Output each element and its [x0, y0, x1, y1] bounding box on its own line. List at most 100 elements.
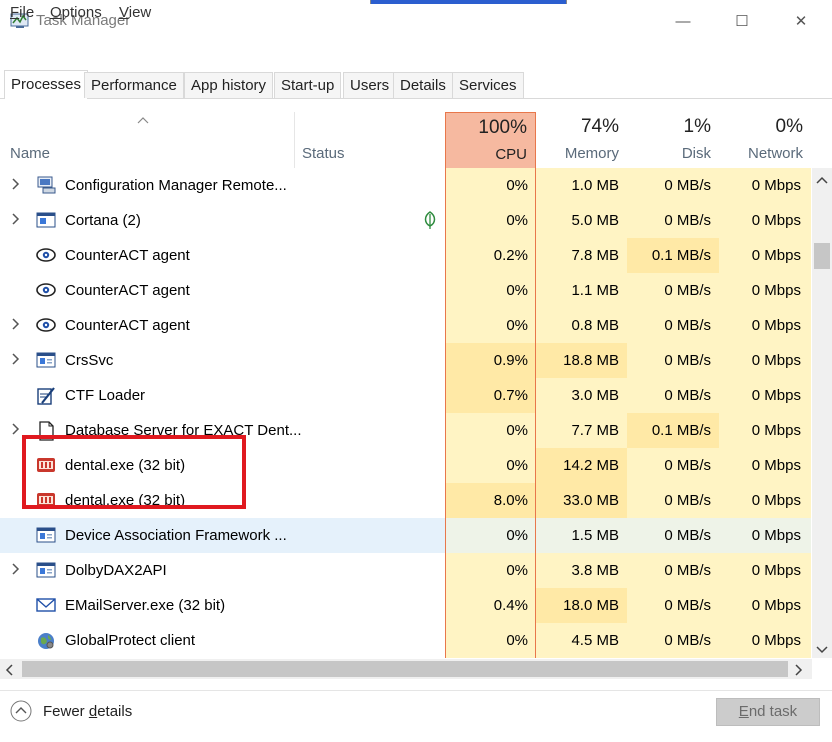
tab-services[interactable]: Services [452, 72, 524, 98]
email-icon [36, 596, 56, 614]
end-task-button[interactable]: End task [716, 698, 820, 726]
table-row[interactable]: Cortana (2) 0% 5.0 MB 0 MB/s 0 Mbps [0, 203, 812, 238]
process-name: CrsSvc [65, 352, 114, 369]
menu-file[interactable]: File [10, 4, 34, 21]
table-row[interactable]: CTF Loader 0.7% 3.0 MB 0 MB/s 0 Mbps [0, 378, 812, 413]
network-value: 0 Mbps [751, 457, 801, 474]
disk-value: 0 MB/s [664, 212, 711, 229]
expand-chevron-icon[interactable] [10, 316, 24, 334]
network-value: 0 Mbps [751, 317, 801, 334]
expand-chevron-icon[interactable] [10, 211, 24, 229]
fewer-details-link[interactable]: Fewer details [43, 703, 132, 720]
scroll-right-icon[interactable] [794, 663, 804, 680]
service-window-icon [36, 351, 56, 369]
network-value: 0 Mbps [751, 282, 801, 299]
memory-value: 7.8 MB [571, 247, 619, 264]
cpu-value: 0% [506, 317, 528, 334]
menu-view[interactable]: View [119, 4, 151, 21]
table-row[interactable]: DolbyDAX2API 0% 3.8 MB 0 MB/s 0 Mbps [0, 553, 812, 588]
disk-value: 0 MB/s [664, 352, 711, 369]
tab-processes[interactable]: Processes [4, 70, 89, 99]
table-row[interactable]: Device Association Framework ... 0% 1.5 MB… [0, 518, 812, 553]
disk-value: 0.1 MB/s [651, 422, 711, 439]
vertical-scrollbar[interactable] [812, 168, 832, 658]
close-button[interactable]: ✕ [791, 12, 811, 32]
network-column-label: Network [747, 145, 803, 162]
scroll-up-icon[interactable] [815, 172, 829, 188]
disk-total-percent: 1% [683, 116, 711, 137]
disk-value: 0 MB/s [664, 177, 711, 194]
column-header-network[interactable]: 0% Network [719, 112, 811, 168]
scroll-left-icon[interactable] [4, 663, 14, 680]
cpu-value: 0.4% [493, 597, 528, 614]
memory-value: 1.0 MB [571, 177, 619, 194]
fewer-details-pre: Fewer [43, 703, 89, 720]
network-value: 0 Mbps [751, 247, 801, 264]
column-divider [294, 112, 295, 168]
table-row[interactable]: Configuration Manager Remote... 0% 1.0 MB 0… [0, 168, 812, 203]
red-highlight-annotation [22, 435, 246, 509]
tab-app-history[interactable]: App history [184, 72, 274, 98]
network-total-percent: 0% [775, 116, 803, 137]
table-row[interactable]: EMailServer.exe (32 bit) 0.4% 18.0 MB 0 MB/… [0, 588, 812, 623]
menu-view-accel: V [119, 4, 129, 21]
table-row[interactable]: CounterACT agent 0.2% 7.8 MB 0.1 MB/s 0 Mbps [0, 238, 812, 273]
disk-value: 0.1 MB/s [651, 247, 711, 264]
disk-value: 0 MB/s [664, 282, 711, 299]
memory-value: 18.0 MB [563, 597, 619, 614]
menu-options-accel: O [50, 4, 62, 21]
menu-options[interactable]: Options [50, 4, 102, 21]
memory-value: 33.0 MB [563, 492, 619, 509]
column-header-disk[interactable]: 1% Disk [627, 112, 719, 168]
table-row[interactable]: GlobalProtect client 0% 4.5 MB 0 MB/s 0 Mbps [0, 623, 812, 658]
memory-value: 0.8 MB [571, 317, 619, 334]
disk-value: 0 MB/s [664, 632, 711, 649]
tab-users[interactable]: Users [343, 72, 397, 98]
memory-column-label: Memory [564, 145, 619, 162]
menu-view-label: iew [128, 4, 152, 21]
column-header-cpu[interactable]: 100% CPU [445, 112, 536, 168]
disk-value: 0 MB/s [664, 387, 711, 404]
memory-value: 14.2 MB [563, 457, 619, 474]
memory-value: 3.0 MB [571, 387, 619, 404]
table-row[interactable]: CounterACT agent 0% 1.1 MB 0 MB/s 0 Mbps [0, 273, 812, 308]
tab-start-up[interactable]: Start-up [274, 72, 342, 98]
vertical-scroll-thumb[interactable] [814, 243, 830, 269]
network-value: 0 Mbps [751, 632, 801, 649]
column-header-status[interactable]: Status [302, 145, 345, 162]
column-header-memory[interactable]: 74% Memory [536, 112, 627, 168]
expand-chevron-icon[interactable] [10, 561, 24, 579]
scroll-down-icon[interactable] [815, 642, 829, 658]
maximize-button[interactable]: ☐ [732, 12, 752, 32]
service-window-icon [36, 561, 56, 579]
network-value: 0 Mbps [751, 177, 801, 194]
horizontal-scroll-thumb[interactable] [22, 661, 788, 677]
memory-total-percent: 74% [580, 116, 619, 137]
network-value: 0 Mbps [751, 597, 801, 614]
process-name: Configuration Manager Remote... [65, 177, 287, 194]
cpu-total-percent: 100% [478, 117, 527, 138]
collapse-chevron-icon[interactable] [10, 700, 32, 722]
cpu-value: 0% [506, 632, 528, 649]
table-row[interactable]: CounterACT agent 0% 0.8 MB 0 MB/s 0 Mbps [0, 308, 812, 343]
minimize-button[interactable]: — [673, 12, 693, 32]
memory-value: 1.1 MB [571, 282, 619, 299]
cpu-value: 0% [506, 177, 528, 194]
memory-value: 3.8 MB [571, 562, 619, 579]
table-row[interactable]: CrsSvc 0.9% 18.8 MB 0 MB/s 0 Mbps [0, 343, 812, 378]
column-header-name[interactable]: Name [10, 145, 50, 162]
memory-value: 5.0 MB [571, 212, 619, 229]
process-name: CounterACT agent [65, 282, 190, 299]
disk-value: 0 MB/s [664, 457, 711, 474]
expand-chevron-icon[interactable] [10, 351, 24, 369]
counteract-eye-icon [36, 246, 56, 264]
disk-value: 0 MB/s [664, 562, 711, 579]
memory-value: 4.5 MB [571, 632, 619, 649]
cpu-value: 0% [506, 282, 528, 299]
expand-chevron-icon[interactable] [10, 176, 24, 194]
cpu-value: 0.9% [493, 352, 528, 369]
tab-performance[interactable]: Performance [84, 72, 184, 98]
disk-value: 0 MB/s [664, 597, 711, 614]
network-value: 0 Mbps [751, 527, 801, 544]
tab-details[interactable]: Details [393, 72, 453, 98]
